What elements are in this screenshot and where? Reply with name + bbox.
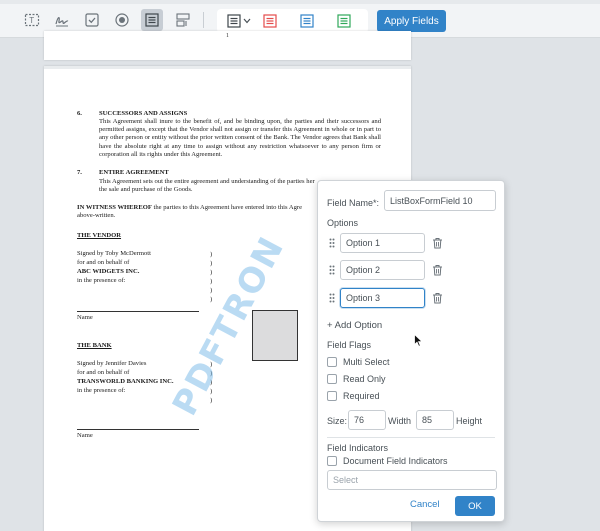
svg-text:T: T (29, 16, 34, 25)
vendor-heading: THE VENDOR (77, 232, 122, 239)
witness-line-2: above-written. (77, 212, 116, 219)
bank-line: for and on behalf of (77, 369, 130, 376)
page-number: 1 (226, 33, 229, 39)
section-6-title: SUCCESSORS AND ASSIGNS (99, 110, 188, 117)
combo-box-field-tool-button[interactable] (174, 11, 192, 29)
width-input[interactable]: 76 (348, 410, 386, 430)
page-top-edge (44, 66, 411, 69)
section-7-line-1: This Agreement sets out the entire agree… (99, 178, 315, 185)
drag-handle-icon[interactable] (329, 265, 335, 275)
list-box-icon (145, 13, 159, 27)
size-label: Size: (327, 416, 348, 426)
signature-icon (55, 17, 69, 27)
green-style-icon[interactable] (336, 13, 352, 29)
field-flags-label: Field Flags (327, 340, 372, 350)
bank-line: in the presence of: (77, 387, 126, 394)
options-label: Options (327, 218, 359, 228)
cancel-button[interactable]: Cancel (410, 499, 440, 510)
field-indicators-label: Field Indicators (327, 443, 389, 453)
document-field-indicators-label: Document Field Indicators (343, 456, 448, 466)
chevron-down-icon[interactable] (243, 18, 251, 24)
bank-heading: THE BANK (77, 342, 112, 349)
paren: ) (210, 260, 213, 267)
witness-bold: IN WITNESS WHEREOF (77, 204, 152, 211)
drag-handle-icon[interactable] (329, 293, 335, 303)
list-box-field-tool-button[interactable] (141, 9, 163, 31)
vendor-line: in the presence of: (77, 277, 126, 284)
section-6-text: This Agreement shall inure to the benefi… (99, 118, 381, 158)
ok-button[interactable]: OK (455, 496, 495, 516)
popup-divider (327, 437, 495, 438)
apply-fields-button[interactable]: Apply Fields (377, 10, 446, 32)
red-style-icon[interactable] (262, 13, 278, 29)
option-input-focused[interactable]: Option 3 (340, 288, 425, 308)
required-checkbox[interactable] (327, 391, 337, 401)
section-6-number: 6. (77, 110, 82, 117)
field-style-group (217, 9, 368, 33)
mouse-cursor-icon (414, 334, 423, 347)
text-field-icon: T (24, 13, 40, 27)
vendor-signature-line (77, 311, 199, 312)
read-only-checkbox[interactable] (327, 374, 337, 384)
indicator-select[interactable]: Select (327, 470, 497, 490)
multi-select-checkbox[interactable] (327, 357, 337, 367)
field-properties-popup: Field Name*: ListBoxFormField 10 Options… (317, 180, 505, 522)
add-option-button[interactable]: + Add Option (327, 320, 382, 331)
trash-icon[interactable] (432, 237, 443, 249)
width-label: Width (388, 416, 412, 426)
text-field-tool-button[interactable]: T (23, 11, 41, 29)
blue-style-icon[interactable] (299, 13, 315, 29)
bank-signature-line (77, 429, 199, 430)
radio-icon (115, 13, 129, 27)
paren: ) (210, 269, 213, 276)
paren: ) (210, 287, 213, 294)
witness-clause: IN WITNESS WHEREOF the parties to this A… (77, 204, 302, 212)
radio-field-tool-button[interactable] (113, 11, 131, 29)
toolbar-divider (203, 12, 204, 28)
list-box-form-field[interactable] (252, 310, 298, 361)
height-label: Height (456, 416, 483, 426)
multi-select-label: Multi Select (343, 357, 390, 367)
signature-field-tool-button[interactable] (53, 11, 71, 29)
field-name-label: Field Name*: (327, 198, 380, 208)
height-input[interactable]: 85 (416, 410, 454, 430)
bank-line: Signed by Jennifer Davies (77, 360, 147, 367)
section-7-line-2: the sale and purchase of the Goods. (99, 186, 193, 193)
checkbox-field-tool-button[interactable] (83, 11, 101, 29)
section-7-title: ENTIRE AGREEMENT (99, 169, 169, 176)
paren: ) (210, 296, 213, 303)
trash-icon[interactable] (432, 264, 443, 276)
field-name-input[interactable]: ListBoxFormField 10 (384, 190, 496, 211)
option-input[interactable]: Option 1 (340, 233, 425, 253)
list-box-style-icon[interactable] (226, 13, 242, 29)
vendor-line: Signed by Toby McDermott (77, 250, 151, 257)
vendor-company: ABC WIDGETS INC. (77, 268, 140, 275)
checkbox-icon (85, 13, 99, 27)
toolbar-top-strip (0, 0, 600, 4)
name-label: Name (77, 432, 93, 439)
read-only-label: Read Only (343, 374, 386, 384)
vendor-line: for and on behalf of (77, 259, 130, 266)
option-input[interactable]: Option 2 (340, 260, 425, 280)
combo-box-icon (176, 13, 190, 27)
witness-rest: the parties to this Agreement have enter… (151, 204, 303, 211)
trash-icon[interactable] (432, 292, 443, 304)
document-field-indicators-checkbox[interactable] (327, 456, 337, 466)
bank-company: TRANSWORLD BANKING INC. (77, 378, 174, 385)
name-label: Name (77, 314, 93, 321)
paren: ) (210, 251, 213, 258)
paren: ) (210, 278, 213, 285)
section-7-number: 7. (77, 169, 82, 176)
required-label: Required (343, 391, 380, 401)
drag-handle-icon[interactable] (329, 238, 335, 248)
document-page-1: 1 (44, 31, 411, 60)
